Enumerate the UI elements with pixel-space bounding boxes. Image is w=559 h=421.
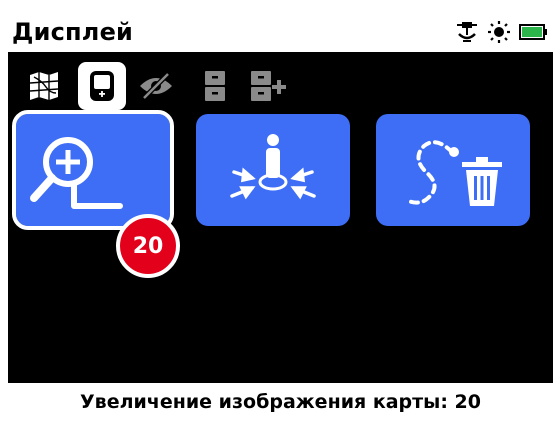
sun-icon — [488, 21, 510, 43]
status-icons — [455, 20, 553, 44]
page-title: Дисплей — [12, 18, 134, 46]
tab-display[interactable] — [78, 62, 126, 110]
caption-bar: Увеличение изображения карты: 20 — [8, 383, 553, 421]
tab-hidden[interactable] — [134, 62, 178, 110]
main-panel: 20 — [8, 52, 553, 383]
clear-track-icon — [404, 140, 502, 206]
tab-map[interactable] — [24, 62, 64, 110]
gps-icon — [457, 22, 477, 42]
storage-add-icon — [251, 71, 286, 101]
battery-icon — [519, 24, 547, 40]
visibility-off-icon — [140, 72, 172, 100]
device-screen: Дисплей 20 Увеличение изображения карты:… — [0, 0, 559, 421]
map-zoom-icon — [30, 137, 123, 209]
storage-icon — [205, 71, 225, 101]
center-position-button[interactable] — [196, 114, 350, 226]
tab-storage[interactable] — [198, 62, 232, 110]
status-bar: Дисплей — [8, 12, 553, 52]
selection-caption: Увеличение изображения карты: 20 — [80, 391, 481, 413]
zoom-level-badge: 20 — [116, 214, 180, 278]
tab-bar — [8, 62, 553, 110]
clear-track-button[interactable] — [376, 114, 530, 226]
map-grid-icon — [29, 72, 59, 100]
tab-storage-add[interactable] — [246, 62, 294, 110]
center-position-icon — [230, 134, 316, 200]
device-display-icon — [90, 71, 114, 101]
map-zoom-button[interactable]: 20 — [12, 110, 180, 278]
